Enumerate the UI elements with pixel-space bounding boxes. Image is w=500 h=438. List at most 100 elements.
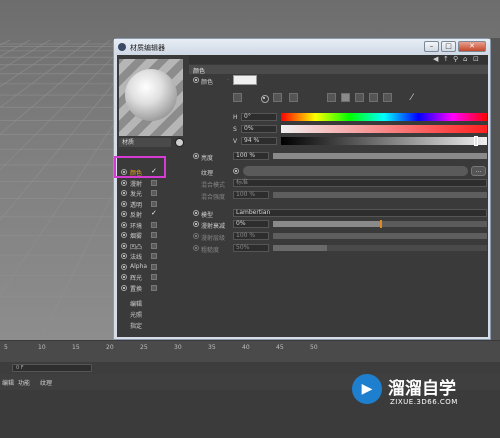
maximize-button[interactable]: □ [441,41,456,52]
channel-checkbox[interactable] [151,179,157,186]
color-label-dots: · [227,77,229,84]
mix-mode-select[interactable]: 标准 [233,179,487,187]
mix-strength-slider[interactable] [273,192,487,198]
channel-radio[interactable] [121,211,127,217]
channel-item[interactable]: 透明 [119,199,183,209]
s-field[interactable]: 0% [241,125,277,133]
channel-item[interactable]: 反射 ✓ [119,209,183,219]
mix-strength-field[interactable]: 100 % [233,191,269,199]
channel-radio[interactable] [121,284,127,291]
color-label: 颜色 [201,79,214,86]
mixer-mode-icon[interactable] [369,93,378,102]
texture-slot[interactable] [243,166,468,176]
material-name[interactable]: 材质 [119,138,171,147]
texture-radio[interactable] [233,168,239,174]
channel-checkbox[interactable] [151,190,157,196]
diffuse-falloff-field[interactable]: 0% [233,220,269,228]
timeline-tick: 15 [72,344,80,351]
roughness-slider-fill [273,245,327,251]
channel-radio[interactable] [121,200,127,207]
roughness-field[interactable]: 50% [233,244,269,252]
up-arrow-icon[interactable]: ↑ [443,56,450,63]
channel-checkbox[interactable] [151,232,157,238]
channel-checkbox[interactable] [151,242,157,249]
minimize-button[interactable]: – [424,41,439,52]
menu-function[interactable]: 功能 [18,378,30,387]
channel-item[interactable]: 辉光 [119,272,183,282]
eyedropper-mode-icon[interactable] [233,93,242,102]
hue-slider[interactable] [281,113,487,121]
channel-item[interactable]: 凹凸 [119,241,183,251]
channel-radio[interactable] [121,232,127,238]
kelvin-mode-icon[interactable] [355,93,364,102]
timeline[interactable]: 5 10 15 20 25 30 35 40 45 50 [0,340,500,362]
channel-item[interactable]: 法线 [119,251,183,261]
hsv-mode-icon[interactable] [341,93,350,102]
channel-item[interactable]: Alpha [119,262,183,272]
channel-checkbox[interactable] [151,284,157,291]
pipette-icon[interactable]: ⁄ [411,93,413,103]
brightness-radio[interactable] [193,153,199,159]
close-button[interactable]: ✕ [458,41,486,52]
material-settings-icon[interactable] [175,138,184,147]
image-picker-icon[interactable] [289,93,298,102]
channel-item[interactable]: 烟雾 [119,230,183,240]
color-wheel-icon[interactable] [261,95,269,103]
lock-icon[interactable]: ⌂ [463,56,470,63]
diffuse-falloff-slider[interactable] [273,220,487,228]
channel-checkbox[interactable] [151,274,157,280]
color-radio[interactable] [193,77,199,83]
back-arrow-icon[interactable]: ◀ [433,56,440,63]
channel-checkbox[interactable]: ✓ [151,210,157,217]
spectrum-icon[interactable] [273,93,282,102]
section-title: 颜色 [193,68,206,75]
channel-item[interactable]: 发光 [119,188,183,198]
color-swatch[interactable] [233,75,257,85]
channel-item[interactable]: 环境 [119,220,183,230]
diffuse-level-radio[interactable] [193,233,199,239]
channel-radio[interactable] [121,253,127,259]
search-icon[interactable]: ⚲ [453,56,460,63]
diffuse-level-field[interactable]: 100 % [233,232,269,240]
model-radio[interactable] [193,210,199,216]
diffuse-falloff-marker[interactable] [380,220,382,228]
channel-radio[interactable] [121,221,127,228]
swatches-mode-icon[interactable] [383,93,392,102]
h-label: H [233,114,238,121]
channel-item[interactable]: 漫射 [119,178,183,188]
saturation-slider[interactable] [281,125,487,133]
channel-checkbox[interactable] [151,200,157,207]
roughness-slider[interactable] [273,245,487,251]
material-preview[interactable] [119,59,183,136]
channel-checkbox[interactable] [151,263,157,270]
watermark-url: ZIXUE.3D66.COM [390,398,458,406]
value-slider[interactable] [281,136,487,146]
channel-checkbox[interactable] [151,253,157,259]
link-editor[interactable]: 编辑 [130,299,142,308]
channel-checkbox[interactable] [151,221,157,228]
model-select[interactable]: Lambertian [233,209,487,217]
value-slider-handle[interactable] [474,136,478,146]
diffuse-level-slider[interactable] [273,233,487,239]
channel-radio[interactable] [121,263,127,270]
title-bar[interactable]: 材质编辑器 – □ ✕ [114,39,490,55]
brightness-slider[interactable] [273,153,487,159]
link-assign[interactable]: 指定 [130,321,142,330]
new-panel-icon[interactable]: ⊡ [473,56,480,63]
rgb-mode-icon[interactable] [327,93,336,102]
h-field[interactable]: 0° [241,113,277,121]
texture-browse-button[interactable]: ... [471,166,486,176]
v-field[interactable]: 94 % [241,137,277,145]
diffuse-falloff-radio[interactable] [193,221,199,227]
channel-radio[interactable] [121,274,127,280]
menu-texture[interactable]: 纹理 [40,378,52,387]
channel-radio[interactable] [121,242,127,249]
link-illumination[interactable]: 光照 [130,310,142,319]
frame-field[interactable]: 0 F [12,364,92,372]
roughness-radio[interactable] [193,245,199,251]
channel-radio[interactable] [121,179,127,186]
channel-radio[interactable] [121,190,127,196]
menu-edit[interactable]: 编辑 [2,378,14,387]
channel-item[interactable]: 置换 [119,283,183,293]
brightness-field[interactable]: 100 % [233,152,269,160]
